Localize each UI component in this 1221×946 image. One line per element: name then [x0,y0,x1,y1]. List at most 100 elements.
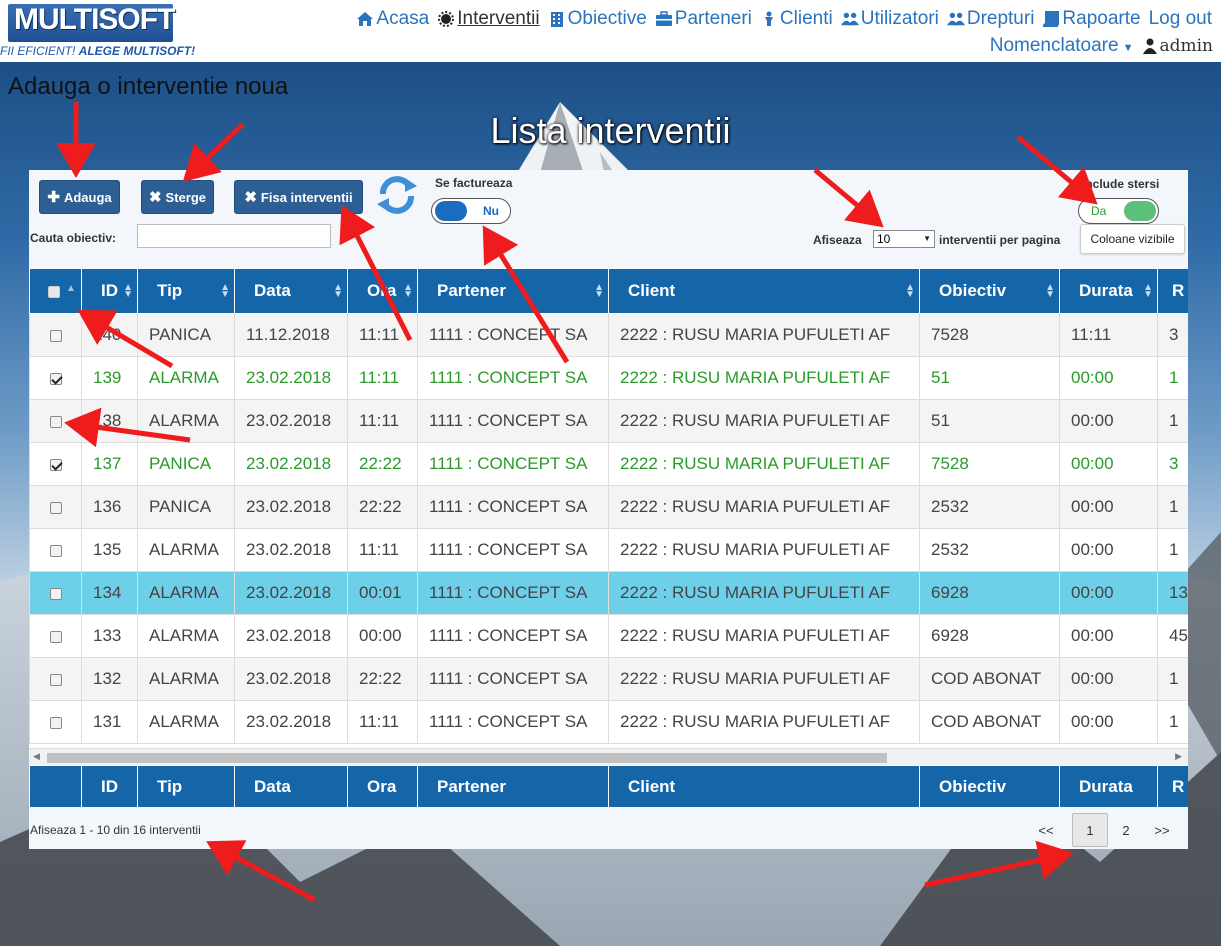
cell-obiectiv: 7528 [919,313,1060,357]
cell-partener: 1111 : CONCEPT SA [417,528,609,572]
footer-select [29,765,82,807]
nav-label-drepturi: Drepturi [966,8,1035,29]
fisa-interventii-button[interactable]: ✖ Fisa interventii [234,180,363,214]
pager-first[interactable]: << [1028,813,1064,847]
col-data[interactable]: Data ▲ ▼ [234,268,348,314]
col-ora[interactable]: Ora ▲ ▼ [347,268,418,314]
cell-ora: 11:11 [347,700,418,744]
table-row[interactable]: 138 ALARMA 23.02.2018 11:11 1111 : CONCEPT S… [29,399,1188,443]
row-checkbox[interactable] [49,372,62,385]
row-checkbox[interactable] [49,587,62,600]
page-title: Lista interventii [490,110,731,151]
select-all-checkbox[interactable] [48,285,60,298]
nav-label-clienti: Clienti [779,8,833,29]
cell-id: 136 [81,485,138,529]
home-icon [357,12,374,26]
table-row[interactable]: 133 ALARMA 23.02.2018 00:00 1111 : CONCEPT S… [29,614,1188,658]
table-row[interactable]: 139 ALARMA 23.02.2018 11:11 1111 : CONCEPT S… [29,356,1188,400]
cell-r: 1 [1157,700,1188,744]
row-select-cell[interactable] [29,399,82,443]
sort-icon: ▲ ▼ [333,282,343,300]
include-stersi-toggle[interactable]: Da [1078,198,1159,224]
row-checkbox[interactable] [49,716,62,729]
table-row[interactable]: 134 ALARMA 23.02.2018 00:01 1111 : CONCEPT S… [29,571,1188,615]
table-row[interactable]: 137 PANICA 23.02.2018 22:22 1111 : CONCEPT S… [29,442,1188,486]
row-checkbox[interactable] [49,544,62,557]
cell-partener: 1111 : CONCEPT SA [417,356,609,400]
cell-tip: ALARMA [137,399,235,443]
nav-acasa[interactable]: Acasa [356,8,429,30]
col-obiectiv[interactable]: Obiectiv ▲ ▼ [919,268,1060,314]
row-checkbox[interactable] [49,673,62,686]
user-menu[interactable]: admin [1143,36,1213,56]
toggle-knob [435,201,467,221]
col-tip[interactable]: Tip ▲ ▼ [137,268,235,314]
horizontal-scrollbar[interactable]: ◀ ▶ [29,748,1188,765]
scrollbar-thumb[interactable] [47,753,887,763]
col-durata-label: Durata [1079,281,1133,300]
row-checkbox[interactable] [49,501,62,514]
logo[interactable]: MULTISOFT FII EFICIENT! ALEGE MULTISOFT! [0,0,195,60]
factureaza-toggle[interactable]: Nu [431,198,511,224]
briefcase-icon [655,11,672,26]
table-row[interactable]: 140 PANICA 11.12.2018 11:11 1111 : CONCEPT S… [29,313,1188,357]
row-select-cell[interactable] [29,614,82,658]
table-row[interactable]: 131 ALARMA 23.02.2018 11:11 1111 : CONCEPT S… [29,700,1188,744]
row-select-cell[interactable] [29,700,82,744]
nav-utilizatori[interactable]: Utilizatori [840,8,939,30]
col-durata[interactable]: Durata ▲ ▼ [1059,268,1158,314]
nav-interventii[interactable]: Interventii [437,8,540,30]
table-row[interactable]: 136 PANICA 23.02.2018 22:22 1111 : CONCEPT S… [29,485,1188,529]
col-r[interactable]: R [1157,268,1188,314]
footer-col-durata: Durata [1059,765,1158,807]
row-select-cell[interactable] [29,442,82,486]
row-select-cell[interactable] [29,356,82,400]
close-icon: ✖ [148,189,162,206]
col-client[interactable]: Client ▲ ▼ [608,268,920,314]
nav-clienti[interactable]: Clienti [760,8,833,30]
row-select-cell[interactable] [29,571,82,615]
cell-id: 132 [81,657,138,701]
nav-parteneri[interactable]: Parteneri [655,8,752,30]
pager-next[interactable]: >> [1144,813,1180,847]
logo-tagline: FII EFICIENT! ALEGE MULTISOFT! [0,44,195,58]
pager-page-2[interactable]: 2 [1108,813,1144,847]
table-row[interactable]: 135 ALARMA 23.02.2018 11:11 1111 : CONCEPT S… [29,528,1188,572]
cell-ora: 11:11 [347,356,418,400]
cell-partener: 1111 : CONCEPT SA [417,313,609,357]
delete-button[interactable]: ✖ Sterge [141,180,214,214]
row-checkbox[interactable] [49,415,62,428]
search-input[interactable] [137,224,331,248]
cell-durata: 00:00 [1059,657,1158,701]
nav-obiective[interactable]: Obiective [548,8,647,30]
add-button[interactable]: ✚ Adauga [39,180,120,214]
row-checkbox[interactable] [49,329,62,342]
refresh-icon[interactable] [375,174,419,216]
chevron-down-icon: ▼ [1122,42,1134,54]
col-partener[interactable]: Partener ▲ ▼ [417,268,609,314]
cell-tip: ALARMA [137,614,235,658]
col-ora-label: Ora [367,281,397,300]
nomenclatoare-dropdown[interactable]: Nomenclatoare ▼ [990,35,1134,57]
nav-logout[interactable]: Log out [1149,8,1212,30]
col-id[interactable]: ID ▲ ▼ [81,268,138,314]
row-checkbox[interactable] [49,458,62,471]
pager-page-1[interactable]: 1 [1072,813,1108,847]
select-all-header[interactable]: ▲ [29,268,82,314]
row-select-cell[interactable] [29,528,82,572]
scroll-left-icon[interactable]: ◀ [33,751,40,762]
row-select-cell[interactable] [29,485,82,529]
cell-obiectiv: COD ABONAT [919,657,1060,701]
coloane-vizibile-button[interactable]: Coloane vizibile [1080,224,1185,254]
row-select-cell[interactable] [29,313,82,357]
page-size-select[interactable]: 10 ▼ [873,230,935,248]
nav-rapoarte[interactable]: Rapoarte [1042,8,1141,30]
nav-drepturi[interactable]: Drepturi [946,8,1035,30]
row-select-cell[interactable] [29,657,82,701]
table-row[interactable]: 132 ALARMA 23.02.2018 22:22 1111 : CONCEPT S… [29,657,1188,701]
sort-icon: ▲ ▼ [123,282,133,300]
row-checkbox[interactable] [49,630,62,643]
cell-durata: 00:00 [1059,571,1158,615]
scroll-right-icon[interactable]: ▶ [1175,751,1182,762]
sort-icon: ▲ ▼ [594,282,604,300]
